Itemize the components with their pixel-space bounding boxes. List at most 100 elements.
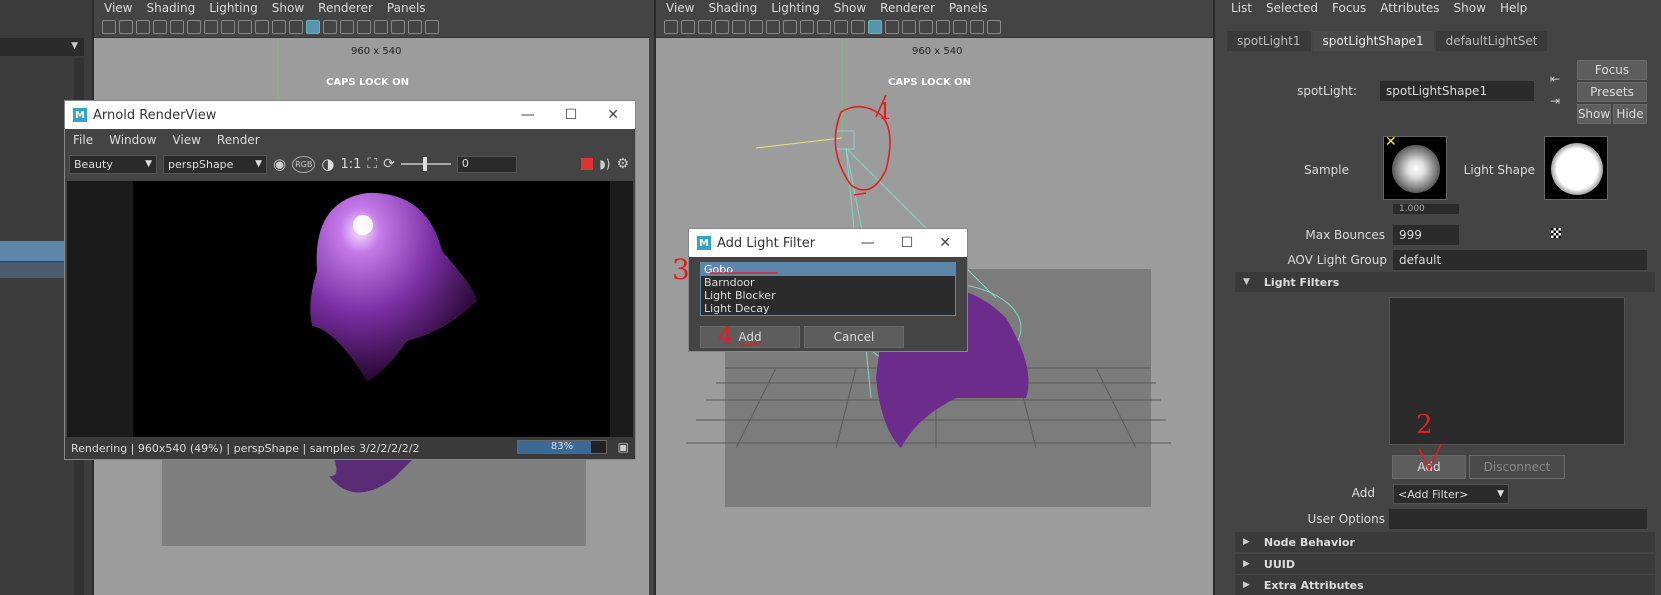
exposure-icon[interactable]: ◑ [321,155,334,173]
checker-icon[interactable] [1551,228,1561,238]
grid-icon[interactable] [170,19,184,34]
light-shape-swatch [1544,136,1608,200]
ae-menu-show[interactable]: Show [1454,1,1486,15]
bookmark-icon[interactable] [136,19,150,34]
volume-field[interactable]: 1.000 [1393,204,1459,214]
dialog-cancel-button[interactable]: Cancel [804,326,904,348]
tab-defaultlightset[interactable]: defaultLightSet [1435,31,1548,51]
dialog-titlebar[interactable]: M Add Light Filter — ☐ ✕ [689,229,967,257]
attribute-editor[interactable]: List Selected Focus Attributes Show Help… [1213,0,1661,595]
image-plane-icon[interactable] [153,19,167,34]
arnold-window-title: Arnold RenderView [93,107,217,123]
arnold-titlebar[interactable]: M Arnold RenderView — ☐ ✕ [65,101,635,129]
render-status-text: Rendering | 960x540 (49%) | perspShape |… [71,441,420,455]
ae-menu-selected[interactable]: Selected [1266,1,1318,15]
exposure-slider[interactable] [400,157,451,171]
wireframe-on-shaded-icon[interactable] [323,19,337,34]
textured-icon[interactable] [340,19,354,34]
arnold-menu-file[interactable]: File [73,133,93,147]
shadows-icon[interactable] [374,19,388,34]
safe-action-icon[interactable] [255,19,269,34]
menu-renderer[interactable]: Renderer [318,1,373,15]
focus-node-icon[interactable]: ⇤ [1550,72,1560,86]
arnold-menu-view[interactable]: View [172,133,200,147]
close-icon[interactable]: ✕ [607,107,619,123]
render-region-icon[interactable]: ◉ [273,155,286,173]
crop-icon[interactable]: ⛶ [367,156,377,172]
minimize-icon[interactable]: — [521,107,535,123]
minimize-icon[interactable]: — [861,235,875,251]
ae-menu-attributes[interactable]: Attributes [1380,1,1439,15]
wireframe-icon[interactable] [289,19,303,34]
safe-title-icon[interactable] [272,19,286,34]
menu-panels[interactable]: Panels [387,1,426,15]
render-canvas[interactable] [67,181,633,437]
dropdown-arrow-icon: ▼ [255,159,262,169]
xray-icon[interactable] [408,19,422,34]
presets-button[interactable]: Presets [1577,82,1647,102]
aov-select[interactable]: Beauty ▼ [69,154,157,174]
stop-render-icon[interactable] [581,158,594,170]
ambient-occlusion-icon[interactable] [391,19,405,34]
viewport-left-toolbar [94,16,649,38]
ae-menu-help[interactable]: Help [1500,1,1527,15]
ae-tabs: spotLight1 spotLightShape1 defaultLightS… [1227,31,1548,51]
aov-light-group-field[interactable]: default [1393,250,1647,270]
render-progress-label: 83% [550,441,574,452]
tab-spotlightshape1[interactable]: spotLightShape1 [1312,31,1434,51]
gate-mask-icon[interactable] [221,19,235,34]
section-extra-attributes[interactable]: ▶ Extra Attributes [1235,575,1655,595]
camera-select[interactable]: perspShape ▼ [163,154,267,174]
rgb-channel-icon[interactable]: RGB [292,155,316,173]
isolate-icon[interactable] [425,19,439,34]
refresh-icon[interactable]: ⟳ [383,156,395,172]
ae-menu-focus[interactable]: Focus [1332,1,1366,15]
section-node-behavior[interactable]: ▶ Node Behavior [1235,532,1655,552]
section-uuid[interactable]: ▶ UUID [1235,554,1655,574]
menu-show[interactable]: Show [272,1,304,15]
add-filter-dropdown[interactable]: <Add Filter> ▼ [1393,484,1509,504]
frame-number-field[interactable]: 0 [456,155,517,173]
tab-spotlight1[interactable]: spotLight1 [1227,31,1311,51]
menu-lighting[interactable]: Lighting [209,1,258,15]
section-light-filters[interactable]: ▼ Light Filters [1235,272,1655,292]
ipr-icon[interactable]: ◗) [599,157,610,171]
expand-triangle-icon: ▶ [1243,580,1250,590]
menu-view[interactable]: View [104,1,132,15]
maximize-icon[interactable]: ☐ [901,235,914,251]
outliner-dropdown[interactable]: ▼ [0,38,84,56]
close-icon[interactable]: ✕ [939,235,951,251]
field-chart-icon[interactable] [238,19,252,34]
smooth-shade-icon[interactable] [306,19,320,34]
focus-button[interactable]: Focus [1577,60,1647,80]
hide-button[interactable]: Hide [1613,104,1647,124]
outliner-row[interactable] [0,262,64,278]
show-button[interactable]: Show [1577,104,1611,124]
node-type-label: spotLight: [1297,84,1357,98]
settings-gear-icon[interactable]: ⚙ [616,156,629,172]
use-all-lights-icon[interactable] [357,19,371,34]
maya-logo-icon: M [697,236,711,250]
render-progress-bar: 83% [517,440,607,454]
arnold-menu-render[interactable]: Render [217,133,260,147]
arnold-renderview-window[interactable]: M Arnold RenderView — ☐ ✕ File Window Vi… [64,100,636,460]
node-name-field[interactable]: spotLightShape1 [1380,81,1534,101]
copy-tab-icon[interactable]: ⇥ [1550,94,1560,108]
sample-label: Sample [1304,163,1349,177]
ae-menu-list[interactable]: List [1231,1,1252,15]
arnold-menu-window[interactable]: Window [109,133,156,147]
maximize-icon[interactable]: ☐ [565,107,578,123]
dropdown-arrow-icon: ▼ [145,159,152,169]
resolution-gate-icon[interactable] [204,19,218,34]
light-shape-label: Light Shape [1463,163,1535,177]
menu-shading[interactable]: Shading [146,1,195,15]
user-options-field[interactable] [1389,509,1647,529]
filter-disconnect-button[interactable]: Disconnect [1469,455,1565,479]
zoom-ratio[interactable]: 1:1 [340,157,361,172]
max-bounces-field[interactable]: 999 [1393,225,1459,245]
outliner-selected-row[interactable] [0,241,64,261]
camera-icon[interactable] [102,19,116,34]
film-gate-icon[interactable] [187,19,201,34]
lock-camera-icon[interactable] [119,19,133,34]
snapshot-icon[interactable]: ▣ [618,440,629,454]
